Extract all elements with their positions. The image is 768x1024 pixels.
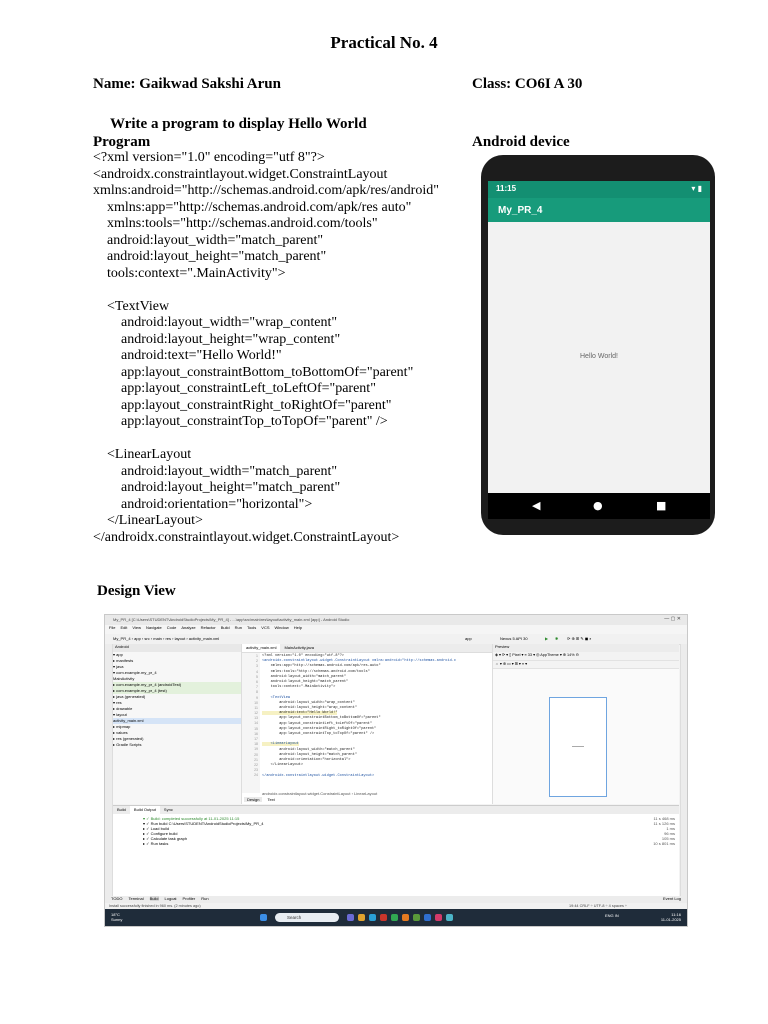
design-heading: Design View [97,583,176,599]
status-message: Install successfully finished in 960 ms.… [109,904,201,908]
device-heading: Android device [472,134,570,150]
app-icon[interactable] [391,914,398,921]
editor-tabs: activity_main.xml MainActivity.java [242,644,492,653]
app-icon[interactable] [347,914,354,921]
app-icon[interactable] [435,914,442,921]
ide-titlebar: My_PR_4 [C:\Users\STUDENT\AndroidStudioP… [105,615,687,625]
tab-logcat[interactable]: Logcat [165,896,177,901]
taskbar-language[interactable]: ENG IN [605,913,619,918]
tab-run[interactable]: Run [201,896,208,901]
code-editor[interactable]: activity_main.xml MainActivity.java 12345… [242,644,493,804]
app-icon[interactable] [380,914,387,921]
sync-icon[interactable]: ⟳ ⊕ ⊞ ✎ ◼ ⌕ [567,636,592,641]
android-studio-icon[interactable] [413,914,420,921]
menu-vcs[interactable]: VCS [261,625,269,630]
layout-preview-panel: Preview ◈ ▾ ⟳ ▾ ▯ Pixel ▾ ≡ 33 ▾ ◎ AppTh… [493,644,679,804]
right-tool-strip[interactable] [680,644,687,906]
tab-activity-main[interactable]: activity_main.xml [242,644,281,652]
folder-icon[interactable] [358,914,365,921]
app-icon[interactable] [424,914,431,921]
aim-heading: Write a program to display Hello World [110,116,367,132]
menu-window[interactable]: Window [275,625,289,630]
phone-nav-bar: ◀ ● ■ [488,493,710,519]
program-code: <?xml version="1.0" encoding="utf 8"?> <… [93,150,439,545]
phone-status-bar: 11:15 ▾ ▮ [488,181,710,198]
preview-header: Preview [493,644,679,652]
tab-design[interactable]: Design [244,797,263,802]
status-right[interactable]: 19:44 CRLF ÷ UTF-8 ÷ 4 spaces ÷ [569,904,627,908]
menu-refactor[interactable]: Refactor [201,625,216,630]
taskbar-clock[interactable]: 11:16 11-01-2025 [661,912,681,922]
taskbar-weather[interactable]: 18°C Sunny [111,912,122,922]
bottom-tool-tabs: TODO Terminal Build Logcat Profiler Run Event… [105,896,687,903]
editor-code[interactable]: <?xml version="1.0" encoding="utf-8"?> <… [262,654,456,779]
tab-profiler[interactable]: Profiler [183,896,196,901]
project-view-select[interactable]: Android [113,644,241,652]
menu-analyze[interactable]: Analyze [181,625,195,630]
back-icon[interactable]: ◀ [532,499,540,512]
textview-outline[interactable] [572,746,584,747]
editor-breadcrumb[interactable]: androidx.constraintlayout.widget.Constra… [262,791,377,796]
status-time: 11:15 [496,184,517,193]
tree-item[interactable]: ▸ Gradle Scripts [113,742,241,748]
class-info: Class: CO6I A 30 [472,76,583,92]
tab-build-output[interactable]: Build Output [129,806,160,814]
menu-code[interactable]: Code [167,625,177,630]
app-title: My_PR_4 [498,205,543,216]
app-bar: My_PR_4 [488,198,710,222]
run-config-select[interactable]: app [465,636,472,641]
phone-screen [488,181,710,493]
layout-blueprint[interactable] [549,697,607,797]
ide-menubar: File Edit View Navigate Code Analyze Refactor B… [105,625,687,634]
windows-start-icon[interactable] [260,914,267,921]
app-icon[interactable] [402,914,409,921]
menu-view[interactable]: View [132,625,141,630]
tab-todo[interactable]: TODO [111,896,122,901]
menu-run[interactable]: Run [235,625,242,630]
taskbar-search[interactable]: Search [275,913,339,922]
android-studio-screenshot: My_PR_4 [C:\Users\STUDENT\AndroidStudioP… [104,614,688,927]
windows-taskbar: 18°C Sunny Search ENG IN 11:16 11-01-202… [105,909,687,926]
tab-sync[interactable]: Sync [160,806,177,814]
window-controls[interactable]: — ▢ ✕ [664,616,681,622]
menu-tools[interactable]: Tools [247,625,256,630]
home-icon[interactable]: ● [593,499,603,512]
program-heading: Program [93,134,151,150]
app-icon[interactable] [446,914,453,921]
preview-toolbar-secondary[interactable]: ⇔ ▾ ⊕ ▭ ▾ ⊞ ▾ ≡ ▾ [493,661,679,669]
tab-main-activity[interactable]: MainActivity.java [280,644,318,652]
student-name: Name: Gaikwad Sakshi Arun [93,76,281,92]
event-log-button[interactable]: Event Log [663,896,681,901]
edge-icon[interactable] [369,914,376,921]
tab-terminal[interactable]: Terminal [128,896,143,901]
build-line[interactable]: ▸ ✓ Run tasks [143,841,168,846]
hello-world-text: Hello World! [580,353,618,360]
preview-toolbar[interactable]: ◈ ▾ ⟳ ▾ ▯ Pixel ▾ ≡ 33 ▾ ◎ AppTheme ▾ ⊕ … [493,652,679,661]
page-title: Practical No. 4 [330,33,438,52]
device-select[interactable]: Nexus 5 API 30 [500,636,528,641]
debug-icon[interactable]: ✱ [555,636,558,641]
run-icon[interactable]: ▶ [545,636,548,641]
recents-icon[interactable]: ■ [656,499,666,512]
menu-build[interactable]: Build [221,625,230,630]
ide-breadcrumb[interactable]: My_PR_4 › app › src › main › res › layou… [113,636,219,641]
line-gutter: 1 2 3 4 5 6 7 8 9 10 11 12 13 14 15 16 17 18 19 20 21 22 23 24 [242,653,260,793]
status-icons: ▾ ▮ [691,184,702,193]
build-panel: Build Build Output Sync ▾ ✓ Build: complet… [113,805,679,896]
menu-help[interactable]: Help [294,625,302,630]
project-panel: Android ▾ app ▸ manifests ▾ java ▾ com.e… [113,644,242,804]
menu-edit[interactable]: Edit [120,625,127,630]
tab-build[interactable]: Build [113,806,130,814]
editor-bottom-tabs: Design Text [244,797,280,804]
ide-window-title: My_PR_4 [C:\Users\STUDENT\AndroidStudioP… [113,617,350,622]
menu-navigate[interactable]: Navigate [146,625,162,630]
left-tool-strip[interactable] [105,644,113,906]
tab-build-bottom[interactable]: Build [149,896,159,901]
menu-file[interactable]: File [109,625,115,630]
build-tabs: Build Build Output Sync [113,806,679,814]
build-times: 11 s 468 ms 11 s 126 ms 1 ms 96 ms 105 m… [653,816,675,846]
tab-text[interactable]: Text [264,797,278,802]
